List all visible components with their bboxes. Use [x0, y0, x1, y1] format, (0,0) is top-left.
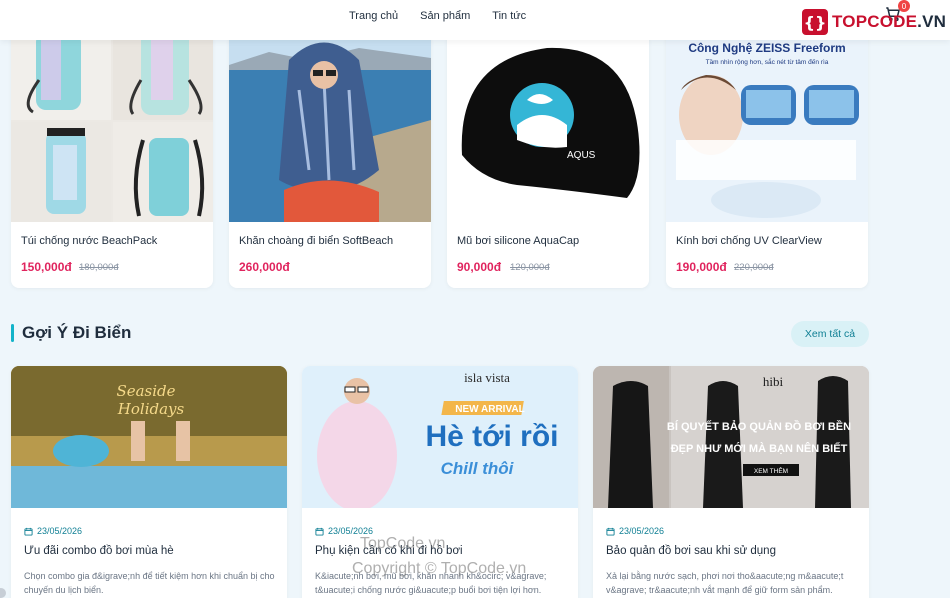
- product-price: 260,000đ: [239, 260, 290, 274]
- blog-img-head1: BÍ QUYẾT BẢO QUẢN ĐỒ BƠI BỀN: [667, 420, 851, 433]
- product-image[interactable]: [229, 20, 431, 222]
- product-card[interactable]: Khăn choàng đi biển SoftBeach 260,000đ: [229, 20, 431, 288]
- blog-image[interactable]: hibi BÍ QUYẾT BẢO QUẢN ĐỒ BƠI BỀN ĐẸP NH…: [593, 366, 869, 508]
- blog-date: 23/05/2026: [619, 526, 665, 536]
- blog-card[interactable]: hibi BÍ QUYẾT BẢO QUẢN ĐỒ BƠI BỀN ĐẸP NH…: [593, 366, 869, 598]
- blog-img-headline: Hè tới rồi: [425, 420, 558, 453]
- product-old-price: 220,000đ: [734, 262, 774, 273]
- calendar-icon: [606, 527, 615, 536]
- blog-title[interactable]: Ưu đãi combo đồ bơi mùa hè: [24, 545, 174, 557]
- product-name[interactable]: Mũ bơi silicone AquaCap: [457, 235, 579, 247]
- product-card[interactable]: Công Nghệ ZEISS Freeform Tầm nhìn rộng h…: [666, 20, 868, 288]
- blog-img-subline: Chill thôi: [441, 459, 515, 478]
- blog-card[interactable]: Seaside Holidays 23/05/2026 Ưu đãi combo…: [11, 366, 287, 598]
- zeiss-title: Công Nghệ ZEISS Freeform: [688, 41, 845, 55]
- blog-img-brand: hibi: [763, 374, 784, 389]
- watermark-text: TopCode.vn: [360, 535, 446, 552]
- product-name[interactable]: Túi chống nước BeachPack: [21, 235, 157, 247]
- product-old-price: 180,000đ: [79, 262, 119, 273]
- product-name[interactable]: Khăn choàng đi biển SoftBeach: [239, 235, 393, 247]
- product-image[interactable]: Công Nghệ ZEISS Freeform Tầm nhìn rộng h…: [666, 20, 868, 222]
- blog-excerpt: Xả lại bằng nước sạch, phơi nơi tho&aacu…: [606, 571, 844, 595]
- blog-img-text2: Holidays: [117, 400, 185, 418]
- product-price: 190,000đ: [676, 260, 727, 274]
- product-old-price: 120,000đ: [510, 262, 550, 273]
- product-image[interactable]: AQUS: [447, 20, 649, 222]
- product-price: 90,000đ: [457, 260, 502, 274]
- blog-title[interactable]: Bảo quản đồ bơi sau khi sử dụng: [606, 545, 776, 557]
- blog-img-brand: isla vista: [464, 370, 510, 385]
- blog-excerpt: Chọn combo gia đ&igrave;nh để tiết kiệm …: [24, 571, 275, 595]
- product-card[interactable]: AQUS Mũ bơi silicone AquaCap 90,000đ 120…: [447, 20, 649, 288]
- watermark-copyright: Copyright © TopCode.vn: [352, 560, 527, 577]
- product-name[interactable]: Kính bơi chống UV ClearView: [676, 235, 822, 247]
- calendar-icon: [315, 527, 324, 536]
- section-accent-bar: [11, 324, 14, 342]
- see-all-button[interactable]: Xem tất cả: [791, 321, 869, 347]
- section-title: Gợi Ý Đi Biển: [22, 323, 132, 342]
- blog-img-text1: Seaside: [116, 382, 175, 400]
- cap-brand-text: AQUS: [567, 150, 596, 161]
- blog-image[interactable]: Seaside Holidays: [11, 366, 287, 508]
- calendar-icon: [24, 527, 33, 536]
- blog-img-head2: ĐẸP NHƯ MỚI MÀ BẠN NÊN BIẾT: [671, 442, 848, 455]
- scroll-dot: [0, 588, 6, 598]
- product-price: 150,000đ: [21, 260, 72, 274]
- product-image[interactable]: [11, 20, 213, 222]
- blog-img-button: XEM THÊM: [754, 466, 788, 475]
- zeiss-subtitle: Tầm nhìn rộng hơn, sắc nét từ tâm đến rì…: [706, 57, 829, 66]
- blog-img-badge: NEW ARRIVAL: [455, 404, 524, 415]
- blog-image[interactable]: isla vista NEW ARRIVAL Hè tới rồi Chill …: [302, 366, 578, 508]
- blog-date: 23/05/2026: [37, 526, 83, 536]
- product-card[interactable]: Túi chống nước BeachPack 150,000đ 180,00…: [11, 20, 213, 288]
